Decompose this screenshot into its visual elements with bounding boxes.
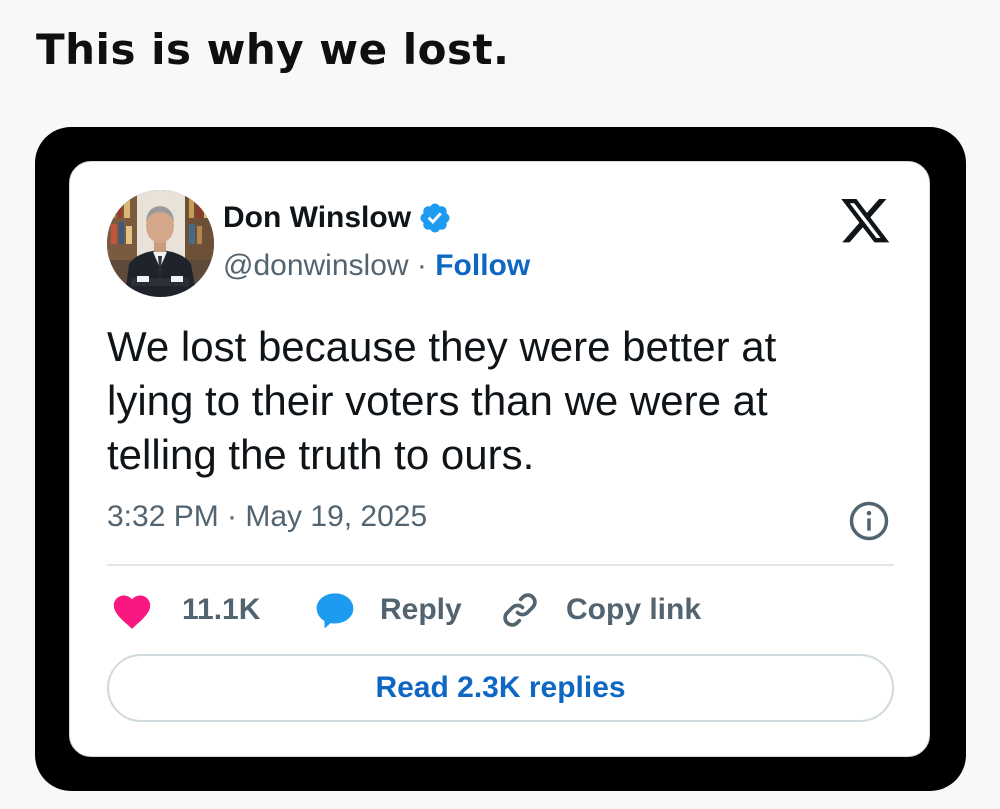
like-button[interactable]: 11.1K: [110, 587, 260, 633]
tweet-text: We lost because they were better at lyin…: [107, 323, 777, 478]
tweet-timestamp[interactable]: 3:32 PM · May 19, 2025: [107, 499, 427, 535]
author-handle[interactable]: @donwinslow: [223, 249, 409, 282]
like-count: 11.1K: [182, 593, 261, 626]
avatar[interactable]: [107, 190, 214, 297]
reply-bubble-icon: [316, 593, 354, 629]
heart-icon: [113, 595, 151, 629]
handle-separator: ·: [416, 249, 427, 282]
tweet-card: Don Winslow @donwinslow · Follow We lost…: [69, 161, 930, 757]
avatar-image: [107, 190, 214, 297]
read-replies-button[interactable]: Read 2.3K replies: [107, 654, 894, 722]
author-name[interactable]: Don Winslow: [223, 200, 411, 236]
follow-button[interactable]: Follow: [435, 249, 530, 282]
reply-label: Reply: [380, 593, 462, 626]
reply-button[interactable]: Reply: [314, 587, 462, 633]
copy-link-button[interactable]: Copy link: [500, 587, 701, 633]
divider: [107, 564, 894, 566]
author-handle-row: @donwinslow · Follow: [223, 248, 530, 284]
verified-badge-icon: [420, 203, 450, 233]
post-caption: This is why we lost.: [36, 25, 510, 74]
copy-link-label: Copy link: [566, 593, 702, 626]
link-icon: [503, 593, 537, 627]
info-icon[interactable]: [848, 500, 890, 542]
x-logo-icon[interactable]: [840, 198, 892, 244]
